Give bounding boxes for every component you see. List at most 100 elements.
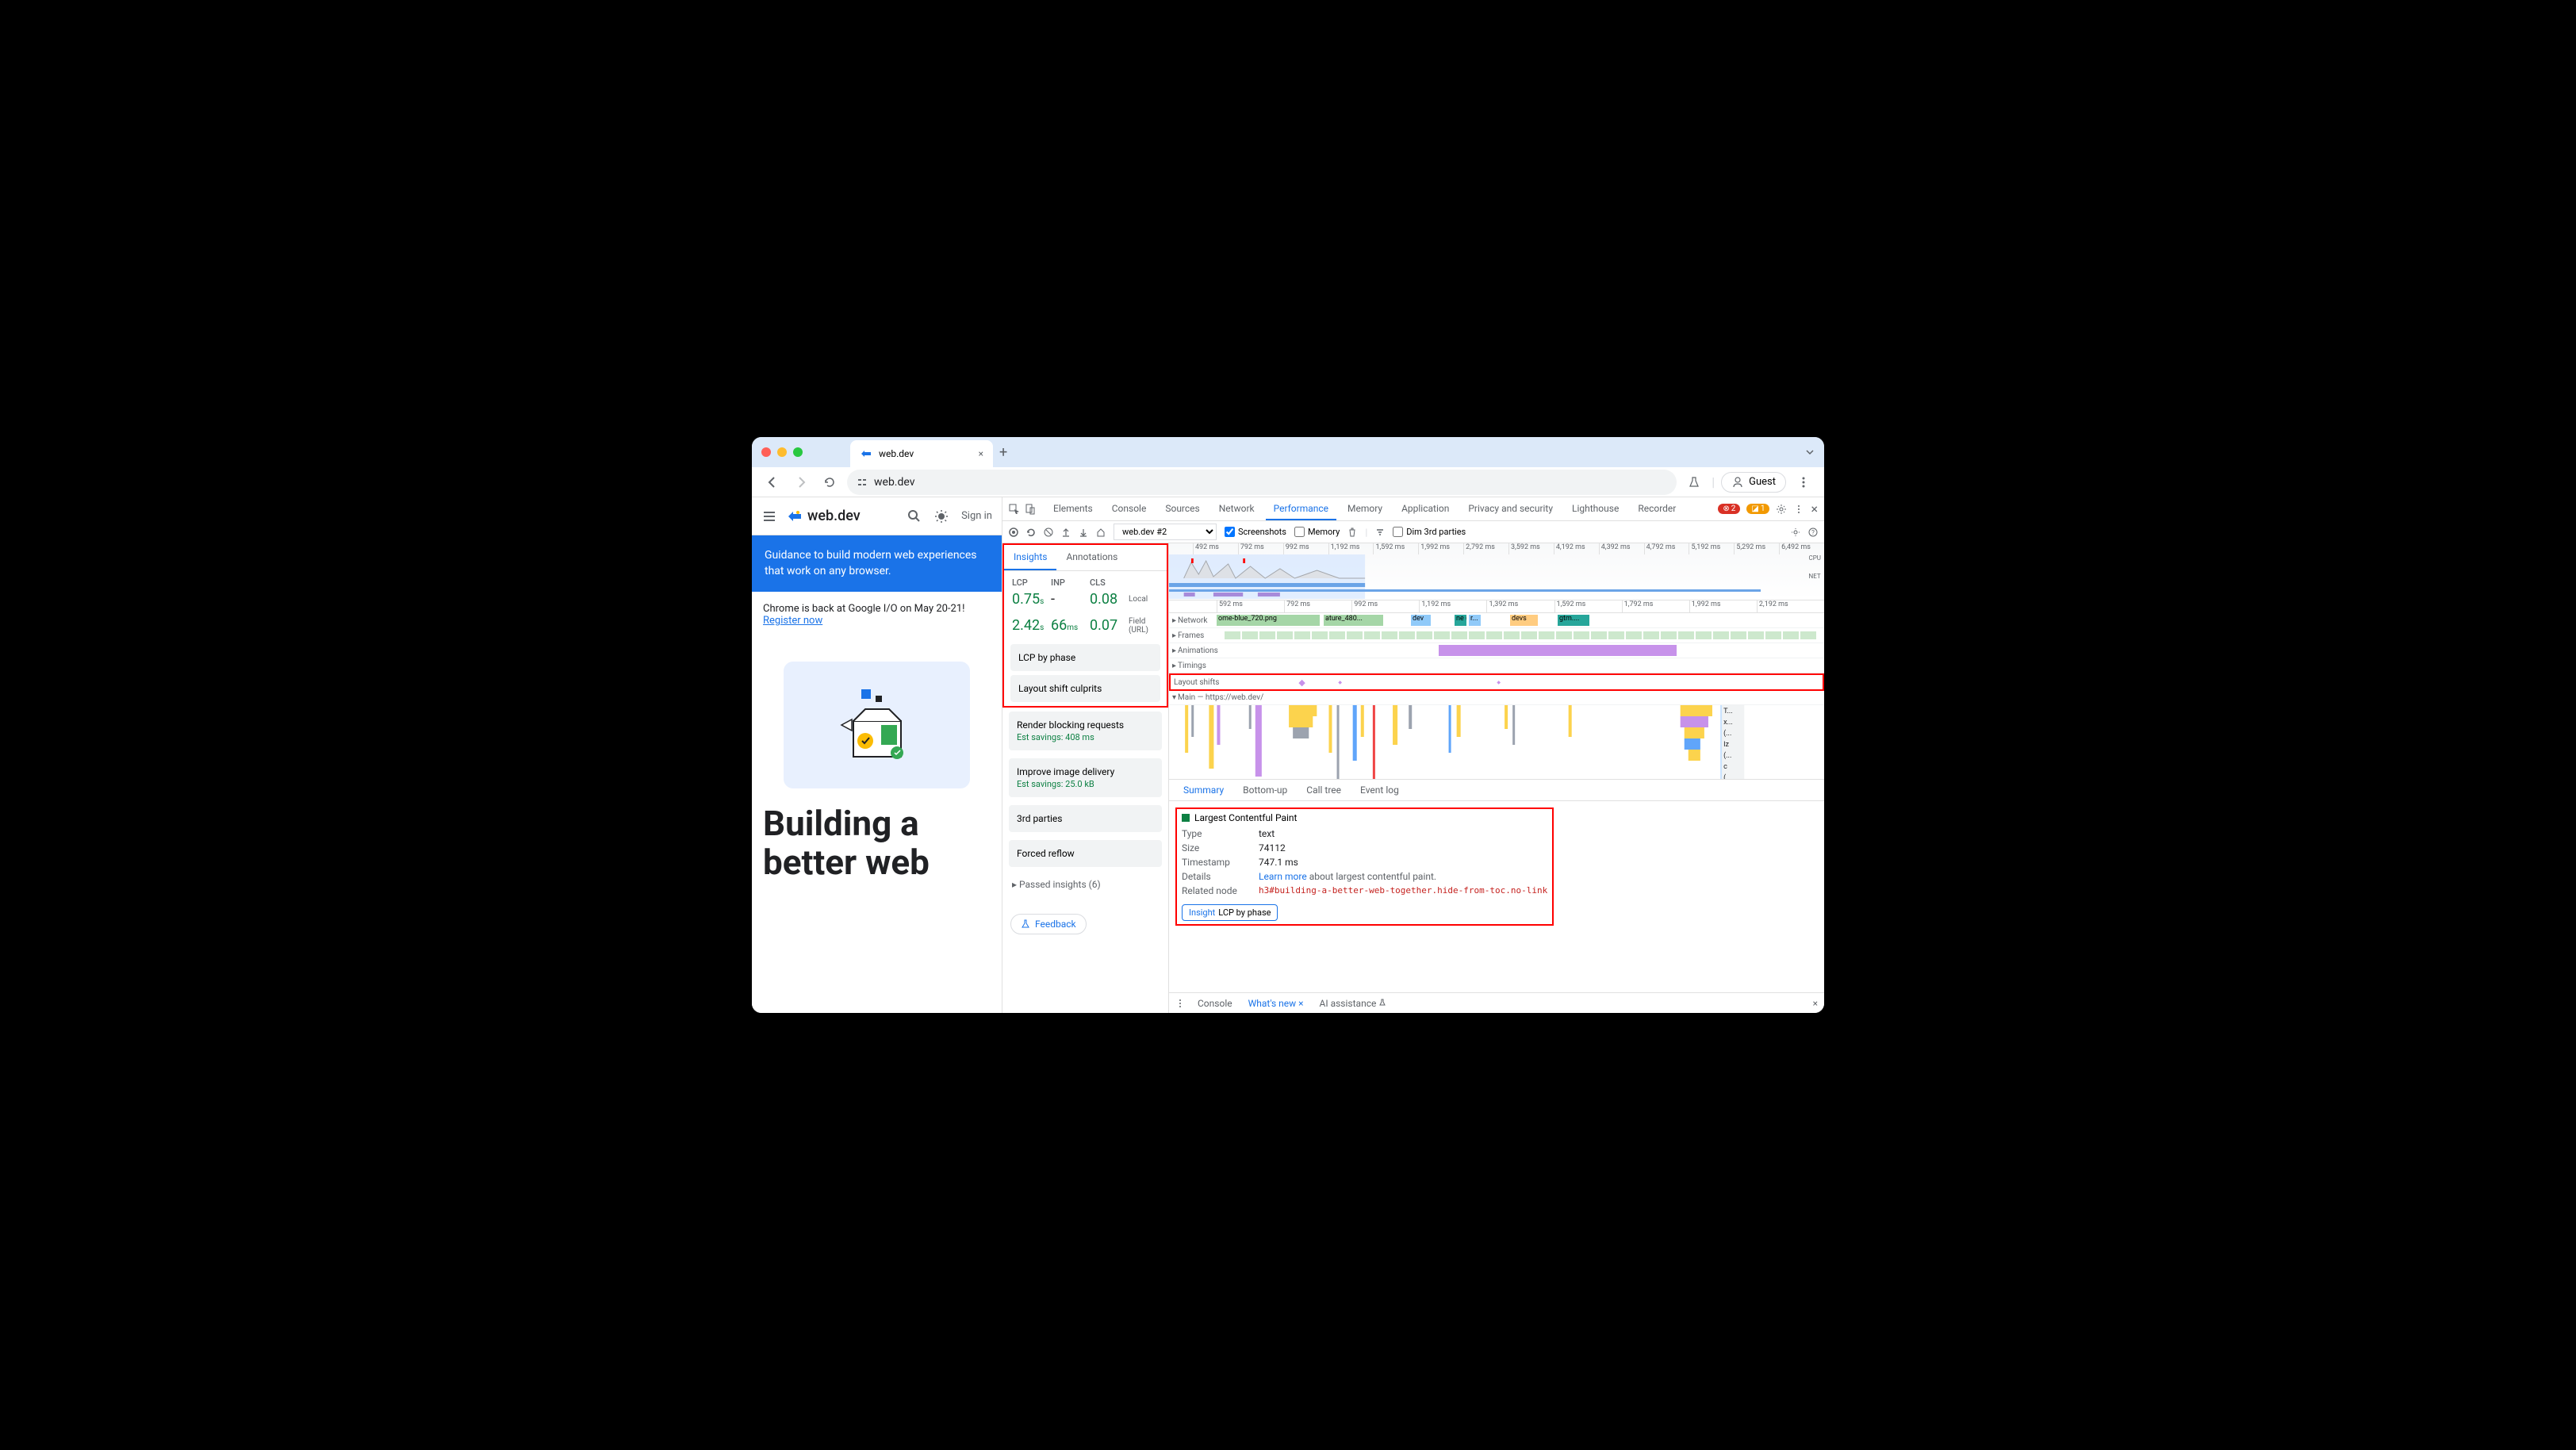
devtools-tab-network[interactable]: Network: [1211, 498, 1263, 520]
browser-tab[interactable]: web.dev ×: [850, 440, 993, 467]
filter-icon[interactable]: [1375, 527, 1385, 537]
svg-text:Iz: Iz: [1723, 741, 1729, 749]
network-request[interactable]: dev: [1411, 615, 1431, 626]
summary-title: Largest Contentful Paint: [1182, 812, 1547, 823]
download-icon[interactable]: [1079, 527, 1088, 537]
layout-shifts-track-label[interactable]: Layout shifts: [1171, 675, 1235, 689]
learn-more-link[interactable]: Learn more: [1259, 871, 1307, 882]
network-request[interactable]: ature_480...: [1324, 615, 1383, 626]
annotations-tab[interactable]: Annotations: [1056, 545, 1127, 570]
page-header: web.dev Sign in: [752, 497, 1002, 535]
bottomup-tab[interactable]: Bottom-up: [1235, 781, 1295, 799]
insight-image-delivery[interactable]: Improve image delivery Est savings: 25.0…: [1009, 758, 1162, 797]
devtools-tab-console[interactable]: Console: [1104, 498, 1155, 520]
tab-list-button[interactable]: [1805, 447, 1815, 457]
kebab-icon[interactable]: [1793, 504, 1804, 515]
timings-track-label[interactable]: ▸ Timings: [1169, 658, 1217, 673]
perf-toolbar: web.dev #2 Screenshots Memory | Dim 3rd …: [1002, 521, 1824, 543]
back-button[interactable]: [761, 471, 784, 493]
devtools-tab-privacy-and-security[interactable]: Privacy and security: [1460, 498, 1561, 520]
guidance-banner: Guidance to build modern web experiences…: [752, 535, 1002, 592]
insight-pill[interactable]: Insight LCP by phase: [1182, 904, 1278, 921]
io-text: Chrome is back at Google I/O on May 20-2…: [763, 603, 991, 615]
insight-render-blocking[interactable]: Render blocking requests Est savings: 40…: [1009, 712, 1162, 750]
close-devtools-icon[interactable]: ×: [1811, 501, 1818, 516]
timeline-overview[interactable]: 492 ms792 ms992 ms1,192 ms1,592 ms1,992 …: [1169, 543, 1824, 600]
close-window-button[interactable]: [761, 447, 771, 457]
eventlog-tab[interactable]: Event log: [1352, 781, 1407, 799]
devtools-tab-elements[interactable]: Elements: [1045, 498, 1101, 520]
calltree-tab[interactable]: Call tree: [1298, 781, 1349, 799]
drawer-menu-icon[interactable]: [1175, 999, 1185, 1008]
insight-3rd-parties[interactable]: 3rd parties: [1009, 805, 1162, 832]
devtools-tab-performance[interactable]: Performance: [1266, 498, 1336, 520]
clear-icon[interactable]: [1044, 527, 1053, 537]
minimize-window-button[interactable]: [777, 447, 787, 457]
flame-chart[interactable]: 592 ms792 ms992 ms1,192 ms1,392 ms1,592 …: [1169, 600, 1824, 779]
svg-text:(...: (...: [1723, 773, 1731, 779]
drawer-close-icon[interactable]: ×: [1813, 998, 1818, 1009]
feedback-button[interactable]: Feedback: [1010, 914, 1087, 934]
insights-tab[interactable]: Insights: [1004, 545, 1056, 570]
browser-window: web.dev × + web.dev | Guest: [752, 437, 1824, 1013]
devtools-tab-application[interactable]: Application: [1393, 498, 1457, 520]
network-request[interactable]: ne (w: [1455, 615, 1466, 626]
warning-count-badge[interactable]: ◪1: [1746, 504, 1769, 514]
io-link[interactable]: Register now: [763, 615, 822, 627]
main-thread-flame[interactable]: T... x... (... Iz (... c (... F s... E: [1169, 705, 1824, 779]
logo-text: web.dev: [807, 508, 861, 524]
settings-icon[interactable]: [1776, 504, 1787, 515]
passed-insights-toggle[interactable]: ▸ Passed insights (6): [1002, 871, 1168, 898]
hamburger-icon[interactable]: [761, 508, 777, 524]
upload-icon[interactable]: [1061, 527, 1071, 537]
site-logo[interactable]: web.dev: [787, 508, 861, 524]
browser-menu-icon[interactable]: [1792, 471, 1815, 493]
network-request[interactable]: r...: [1469, 615, 1481, 626]
reload-record-icon[interactable]: [1026, 527, 1036, 537]
site-settings-icon[interactable]: [857, 477, 868, 488]
signin-link[interactable]: Sign in: [961, 510, 992, 522]
reload-button[interactable]: [818, 471, 841, 493]
main-track-label[interactable]: ▾ Main — https://web.dev/: [1169, 691, 1267, 704]
perf-settings-icon[interactable]: [1791, 527, 1800, 537]
gc-icon[interactable]: [1347, 527, 1357, 537]
devtools-tab-recorder[interactable]: Recorder: [1630, 498, 1684, 520]
error-count-badge[interactable]: ⊗2: [1718, 504, 1740, 514]
record-icon[interactable]: [1009, 527, 1018, 537]
summary-tab[interactable]: Summary: [1175, 781, 1232, 799]
forward-button[interactable]: [790, 471, 812, 493]
page-content: web.dev Sign in Guidance to build modern…: [752, 497, 1002, 1013]
device-icon[interactable]: [1025, 504, 1036, 515]
theme-icon[interactable]: [934, 509, 949, 524]
help-icon[interactable]: ?: [1808, 527, 1818, 537]
memory-checkbox[interactable]: Memory: [1294, 527, 1340, 537]
address-bar[interactable]: web.dev: [847, 470, 1677, 495]
insight-forced-reflow[interactable]: Forced reflow: [1009, 840, 1162, 867]
network-track-label[interactable]: ▸ Network: [1169, 613, 1217, 627]
guest-profile-button[interactable]: Guest: [1721, 472, 1786, 493]
insight-lcp-phase[interactable]: LCP by phase: [1010, 644, 1160, 671]
insight-layout-shift[interactable]: Layout shift culprits: [1010, 675, 1160, 702]
drawer-ai-tab[interactable]: AI assistance: [1317, 995, 1390, 1011]
frames-track-label[interactable]: ▸ Frames: [1169, 628, 1217, 643]
recording-selector[interactable]: web.dev #2: [1114, 524, 1217, 540]
drawer-whatsnew-tab[interactable]: What's new ×: [1245, 995, 1307, 1011]
close-tab-icon[interactable]: ×: [979, 448, 983, 459]
devtools-tab-sources[interactable]: Sources: [1157, 498, 1207, 520]
network-request[interactable]: ome-blue_720.png: [1217, 615, 1320, 626]
screenshots-checkbox[interactable]: Screenshots: [1225, 527, 1286, 537]
animations-track-label[interactable]: ▸ Animations: [1169, 643, 1217, 658]
drawer-console-tab[interactable]: Console: [1194, 995, 1236, 1011]
related-node-link[interactable]: h3#building-a-better-web-together.hide-f…: [1259, 885, 1547, 896]
network-request[interactable]: gtm....: [1558, 615, 1589, 626]
home-icon[interactable]: [1096, 527, 1106, 537]
maximize-window-button[interactable]: [793, 447, 803, 457]
devtools-tab-memory[interactable]: Memory: [1340, 498, 1390, 520]
inspect-icon[interactable]: [1009, 504, 1020, 515]
network-request[interactable]: devs: [1510, 615, 1538, 626]
labs-icon[interactable]: [1683, 471, 1705, 493]
new-tab-button[interactable]: +: [999, 444, 1007, 461]
dim-checkbox[interactable]: Dim 3rd parties: [1393, 527, 1466, 537]
devtools-tab-lighthouse[interactable]: Lighthouse: [1564, 498, 1627, 520]
search-icon[interactable]: [907, 509, 922, 524]
